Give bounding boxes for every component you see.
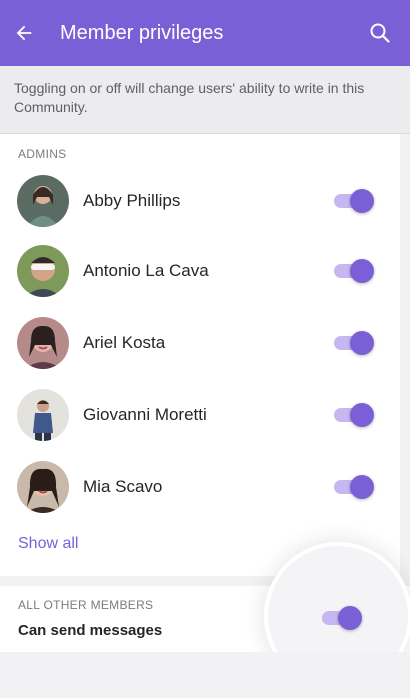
toggle-thumb xyxy=(350,403,374,427)
member-row: Abby Phillips xyxy=(0,165,400,237)
member-toggle[interactable] xyxy=(332,475,374,499)
member-toggle[interactable] xyxy=(332,259,374,283)
can-send-messages-toggle[interactable] xyxy=(320,606,362,630)
admins-section: ADMINS Abby Phillips Antonio La Cava Ari… xyxy=(0,134,400,576)
arrow-left-icon xyxy=(16,25,32,41)
info-text: Toggling on or off will change users' ab… xyxy=(14,80,365,115)
member-row: Ariel Kosta xyxy=(0,307,400,379)
admins-header: ADMINS xyxy=(18,147,67,161)
member-name: Antonio La Cava xyxy=(83,261,209,280)
page-background xyxy=(0,652,410,698)
member-row: Giovanni Moretti xyxy=(0,379,400,451)
member-name: Ariel Kosta xyxy=(83,333,166,352)
show-all-link[interactable]: Show all xyxy=(18,535,78,553)
avatar xyxy=(17,317,69,369)
member-toggle[interactable] xyxy=(332,403,374,427)
search-button[interactable] xyxy=(358,11,402,55)
member-row: Mia Scavo xyxy=(0,451,400,523)
member-toggle[interactable] xyxy=(332,331,374,355)
member-name: Mia Scavo xyxy=(83,477,163,496)
page-title: Member privileges xyxy=(60,21,224,44)
search-icon xyxy=(370,23,390,43)
info-banner: Toggling on or off will change users' ab… xyxy=(0,66,410,134)
member-name: Giovanni Moretti xyxy=(83,405,207,424)
member-row: Antonio La Cava xyxy=(0,235,400,307)
toggle-thumb xyxy=(350,331,374,355)
member-name: Abby Phillips xyxy=(83,191,181,210)
member-toggle[interactable] xyxy=(332,189,374,213)
toggle-thumb xyxy=(350,189,374,213)
back-button[interactable] xyxy=(2,11,46,55)
avatar xyxy=(17,175,69,227)
others-header: ALL OTHER MEMBERS xyxy=(18,598,154,612)
avatar xyxy=(17,389,69,441)
toggle-thumb xyxy=(338,606,362,630)
app-bar: Member privileges xyxy=(0,0,410,66)
avatar xyxy=(17,461,69,513)
avatar xyxy=(17,245,69,297)
toggle-thumb xyxy=(350,475,374,499)
toggle-thumb xyxy=(350,259,374,283)
can-send-messages-label: Can send messages xyxy=(18,622,163,639)
